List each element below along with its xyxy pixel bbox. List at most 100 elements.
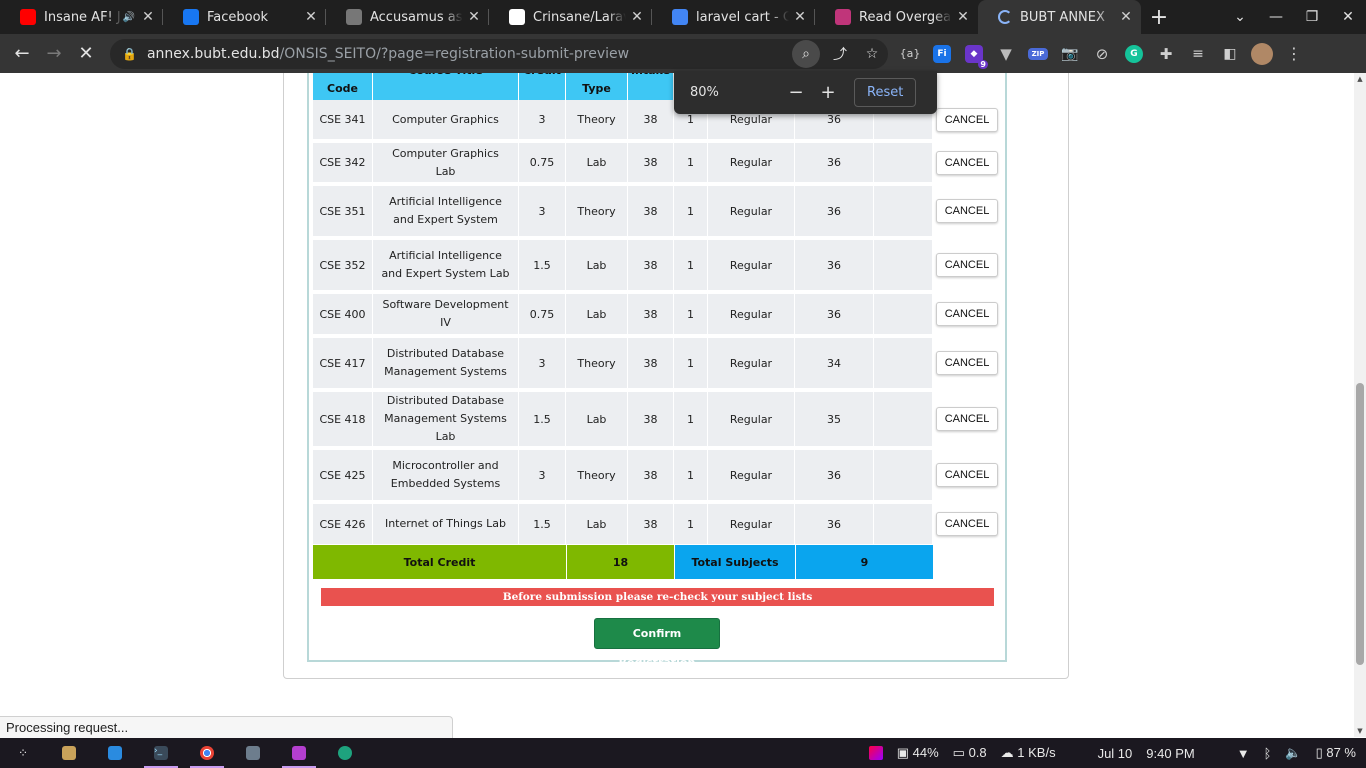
minimize-icon[interactable]: — [1258, 9, 1294, 25]
restore-icon[interactable]: ❐ [1294, 9, 1330, 25]
close-tab-icon[interactable]: ✕ [300, 9, 322, 25]
edge-icon[interactable] [322, 738, 368, 768]
cancel-button[interactable]: CANCEL [935, 407, 999, 431]
registration-table: Code Course Title Credit Type Intake CSE… [313, 73, 1002, 548]
media-controls-icon[interactable]: ≡ [1182, 43, 1214, 65]
page-scrollbar[interactable]: ▲ ▼ [1354, 73, 1366, 737]
window-app-icon[interactable] [230, 738, 276, 768]
scrollbar-thumb[interactable] [1356, 383, 1364, 665]
volume-icon[interactable]: 🔈 [1285, 745, 1301, 761]
browser-tab[interactable]: Accusamus ass ✕ [326, 0, 489, 34]
close-tab-icon[interactable]: ✕ [463, 9, 485, 25]
cancel-button[interactable]: CANCEL [935, 463, 999, 487]
cell-title: Artificial Intelligence and Expert Syste… [373, 186, 519, 240]
cpu-indicator[interactable]: ▣ 44% [897, 745, 939, 761]
close-window-icon[interactable]: ✕ [1330, 9, 1366, 25]
side-panel-icon[interactable]: ◧ [1214, 43, 1246, 65]
cell-code: CSE 351 [313, 186, 373, 240]
zoom-popup: 80% − + Reset [674, 71, 937, 114]
browser-tab[interactable]: Insane AF! J 🔊 ✕ [0, 0, 163, 34]
zoom-reset-button[interactable]: Reset [854, 78, 917, 107]
time-text[interactable]: 9:40 PM [1146, 746, 1194, 761]
cell-empty [874, 392, 933, 450]
lock-icon[interactable]: 🔒 [122, 47, 137, 61]
cancel-button[interactable]: CANCEL [935, 512, 999, 536]
menu-kebab-icon[interactable]: ⋮ [1278, 43, 1310, 65]
cancel-button[interactable]: CANCEL [935, 253, 999, 277]
browser-tab[interactable]: Crinsane/Larave✕ [489, 0, 652, 34]
bluetooth-icon[interactable]: ᛒ [1264, 746, 1272, 761]
extension-zip-icon[interactable]: ZIP [1022, 43, 1054, 65]
chrome-icon[interactable] [184, 738, 230, 768]
cancel-button[interactable]: CANCEL [935, 107, 999, 132]
load-indicator[interactable]: ▭ 0.8 [953, 745, 987, 761]
battery-indicator[interactable]: ▯ 87 % [1316, 745, 1356, 761]
confirm-registration-button[interactable]: Confirm Registration [594, 618, 720, 669]
url-text[interactable]: annex.bubt.edu.bd/ONSIS_SEITO/?page=regi… [147, 46, 792, 62]
share-icon[interactable]: ⤴ [824, 44, 856, 64]
cell-credit: 3 [519, 338, 566, 392]
cell-credit: 3 [519, 186, 566, 240]
close-tab-icon[interactable]: ✕ [137, 9, 159, 25]
bookmark-star-icon[interactable]: ☆ [856, 46, 888, 62]
cancel-button[interactable]: CANCEL [935, 150, 999, 175]
phpstorm-icon[interactable] [276, 738, 322, 768]
app-grid-icon[interactable]: ⁘ [0, 738, 46, 768]
cell-code: CSE 426 [313, 504, 373, 548]
browser-tab[interactable]: laravel cart - Go✕ [652, 0, 815, 34]
close-tab-icon[interactable]: ✕ [789, 9, 811, 25]
store-icon[interactable] [92, 738, 138, 768]
cloud-icon: ☁ [1000, 745, 1014, 760]
browser-tab[interactable]: Facebook ✕ [163, 0, 326, 34]
cell-sec: 1 [674, 143, 708, 186]
network-speed[interactable]: ☁ 1 KB/s [1001, 745, 1056, 761]
wifi-icon[interactable]: ▼ [1237, 746, 1250, 761]
header-code: Code [313, 73, 373, 100]
tab-title: laravel cart - Go [696, 9, 789, 25]
close-tab-icon[interactable]: ✕ [1115, 9, 1137, 25]
tray-app-icon[interactable] [868, 746, 883, 760]
forward-icon[interactable]: → [38, 43, 70, 64]
scroll-up-arrow-icon[interactable]: ▲ [1356, 75, 1364, 83]
audio-playing-icon[interactable]: 🔊 [123, 12, 135, 23]
extension-braces-icon[interactable]: {a} [894, 43, 926, 65]
browser-tab[interactable]: Read Overgeare✕ [815, 0, 978, 34]
new-tab-button[interactable]: + [1141, 5, 1177, 30]
terminal-icon[interactable]: ›_ [138, 738, 184, 768]
zoom-icon[interactable]: ⌕ [792, 39, 820, 68]
back-icon[interactable]: ← [6, 43, 38, 64]
cancel-button[interactable]: CANCEL [935, 351, 999, 375]
date-text[interactable]: Jul 10 [1098, 746, 1133, 761]
stop-loading-icon[interactable]: ✕ [70, 43, 102, 64]
cell-title: Distributed Database Management Systems [373, 338, 519, 392]
cell-code: CSE 418 [313, 392, 373, 450]
files-icon[interactable] [46, 738, 92, 768]
cell-action: CANCEL [933, 143, 1002, 186]
extension-block-icon[interactable]: ⊘ [1086, 43, 1118, 65]
close-tab-icon[interactable]: ✕ [952, 9, 974, 25]
cancel-button[interactable]: CANCEL [935, 199, 999, 223]
tab-search-icon[interactable]: ⌄ [1222, 9, 1258, 25]
table-row: CSE 418 Distributed Database Management S… [313, 392, 1002, 450]
cell-status: Regular [708, 240, 795, 294]
extension-fi-icon[interactable]: Fi [926, 43, 958, 65]
cell-type: Lab [566, 392, 628, 450]
cell-title: Computer Graphics Lab [373, 143, 519, 186]
extension-grammarly-icon[interactable]: G [1118, 43, 1150, 65]
extension-vue-icon[interactable]: ▼ [990, 43, 1022, 65]
system-tray: ▣ 44% ▭ 0.8 ☁ 1 KB/s Jul 10 9:40 PM ▼ ᛒ … [868, 745, 1366, 761]
close-tab-icon[interactable]: ✕ [626, 9, 648, 25]
browser-tab[interactable]: BUBT ANNEX ✕ [978, 0, 1141, 34]
cancel-button[interactable]: CANCEL [935, 302, 999, 326]
scroll-down-arrow-icon[interactable]: ▼ [1356, 727, 1364, 735]
address-bar[interactable]: 🔒 annex.bubt.edu.bd/ONSIS_SEITO/?page=re… [110, 38, 888, 69]
extensions-puzzle-icon[interactable]: ✚ [1150, 43, 1182, 65]
cell-intake: 38 [628, 143, 674, 186]
zoom-out-button[interactable]: − [780, 82, 812, 103]
extension-puzzle-badge-icon[interactable]: ◆ 9 [958, 43, 990, 69]
zoom-in-button[interactable]: + [812, 82, 844, 103]
cell-seats: 36 [795, 450, 874, 504]
extension-camera-icon[interactable]: 📷 [1054, 43, 1086, 65]
profile-avatar-icon[interactable] [1246, 42, 1278, 65]
cell-status: Regular [708, 186, 795, 240]
